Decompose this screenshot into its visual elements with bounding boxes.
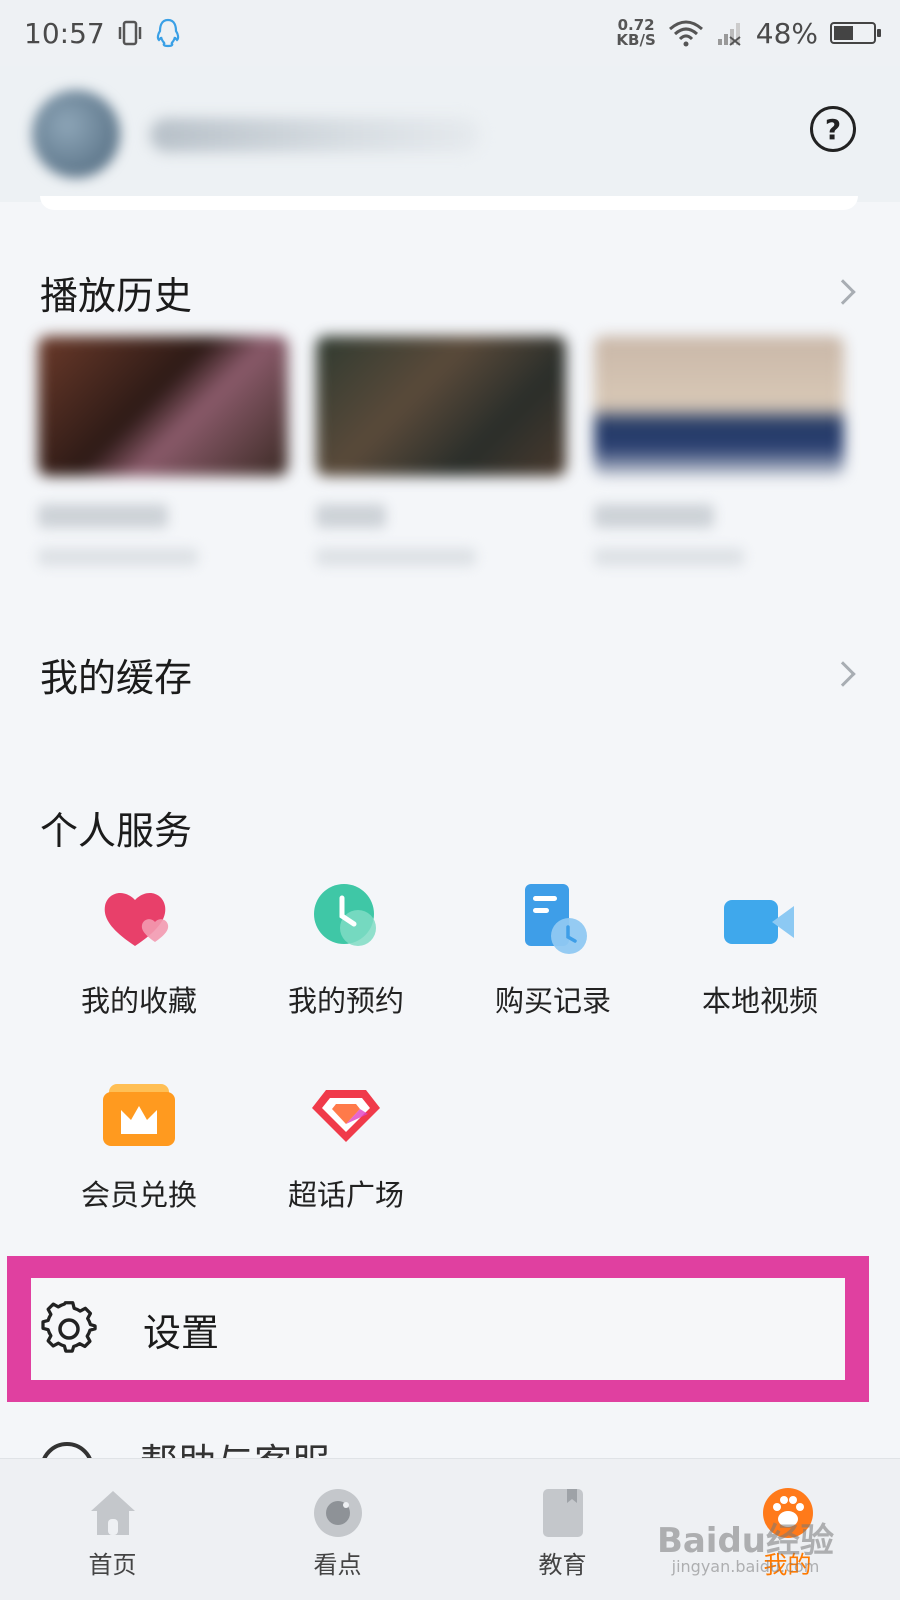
- vip-card-edge: [40, 196, 858, 210]
- service-reservations[interactable]: 我的预约: [242, 880, 450, 1040]
- qq-penguin-icon: [156, 18, 179, 48]
- service-label: 本地视频: [701, 984, 818, 1018]
- service-super-topic[interactable]: 超话广场: [242, 1074, 450, 1234]
- history-strip: [0, 336, 900, 636]
- history-title-blur: [38, 504, 168, 528]
- history-item[interactable]: [38, 336, 288, 596]
- heart-icon: [104, 892, 169, 946]
- gear-icon: [41, 1301, 97, 1353]
- chevron-right-icon: [830, 279, 856, 305]
- history-item[interactable]: [316, 336, 566, 596]
- watermark-brand: Baidu经验: [656, 1521, 834, 1561]
- watermark-url: jingyan.baidu.com: [671, 1557, 820, 1576]
- signal-icon: [717, 23, 741, 46]
- service-label: 我的预约: [287, 984, 404, 1018]
- help-icon[interactable]: ?: [810, 106, 856, 152]
- status-left: 10:57: [24, 17, 181, 50]
- history-thumbnail: [594, 336, 844, 476]
- history-meta-blur: [594, 548, 744, 566]
- service-local-video[interactable]: 本地视频: [656, 880, 864, 1040]
- clock-icon: [314, 884, 376, 946]
- services-title: 个人服务: [40, 809, 193, 853]
- history-meta-blur: [316, 548, 476, 566]
- settings-row[interactable]: 设置: [31, 1278, 845, 1380]
- service-label: 超话广场: [287, 1178, 404, 1212]
- history-row[interactable]: 播放历史: [0, 252, 900, 332]
- camera-lens-icon: [313, 1489, 362, 1537]
- history-title-blur: [594, 504, 714, 528]
- diamond-icon: [312, 1090, 380, 1142]
- tab-home[interactable]: 首页: [0, 1459, 225, 1600]
- profile-header: ?: [0, 66, 900, 202]
- service-label: 会员兑换: [80, 1178, 197, 1212]
- video-camera-icon: [724, 900, 794, 944]
- downloads-row[interactable]: 我的缓存: [0, 634, 900, 714]
- service-vip-redeem[interactable]: 会员兑换: [35, 1074, 243, 1234]
- tab-label: 首页: [88, 1551, 137, 1579]
- chevron-right-icon: [830, 661, 856, 687]
- wifi-icon: [668, 20, 703, 47]
- tab-label: 看点: [313, 1551, 362, 1579]
- tab-label: 教育: [538, 1551, 587, 1579]
- history-title: 播放历史: [40, 273, 193, 318]
- battery-icon: [830, 22, 881, 44]
- history-thumbnail: [316, 336, 566, 476]
- service-favorites[interactable]: 我的收藏: [35, 880, 243, 1040]
- tab-education[interactable]: 教育: [450, 1459, 675, 1600]
- book-icon: [542, 1489, 583, 1537]
- home-icon: [90, 1491, 135, 1535]
- service-label: 我的收藏: [80, 984, 197, 1018]
- username-blurred[interactable]: [150, 118, 480, 152]
- history-item[interactable]: [594, 336, 844, 596]
- avatar[interactable]: [32, 90, 120, 178]
- baidu-jingyan-watermark: Baidu经验 jingyan.baidu.com: [657, 1524, 834, 1576]
- crown-icon: [103, 1084, 175, 1146]
- history-title-blur: [316, 504, 386, 528]
- downloads-title: 我的缓存: [40, 655, 193, 700]
- status-right: 0.72 KB/S 48%: [616, 16, 881, 50]
- service-purchases[interactable]: 购买记录: [449, 880, 657, 1040]
- status-time: 10:57: [24, 16, 105, 50]
- receipt-icon: [525, 884, 587, 954]
- settings-label: 设置: [143, 1310, 220, 1355]
- history-thumbnail: [38, 336, 288, 476]
- battery-percent: 48%: [755, 16, 818, 50]
- net-speed-unit: KB/S: [616, 31, 656, 49]
- status-bar: 10:57 0.72 KB/S 48%: [0, 0, 900, 66]
- vibrate-icon: [118, 20, 141, 46]
- net-speed: 0.72 KB/S: [616, 18, 655, 48]
- service-label: 购买记录: [494, 984, 611, 1018]
- history-meta-blur: [38, 548, 198, 566]
- tab-kandian[interactable]: 看点: [225, 1459, 450, 1600]
